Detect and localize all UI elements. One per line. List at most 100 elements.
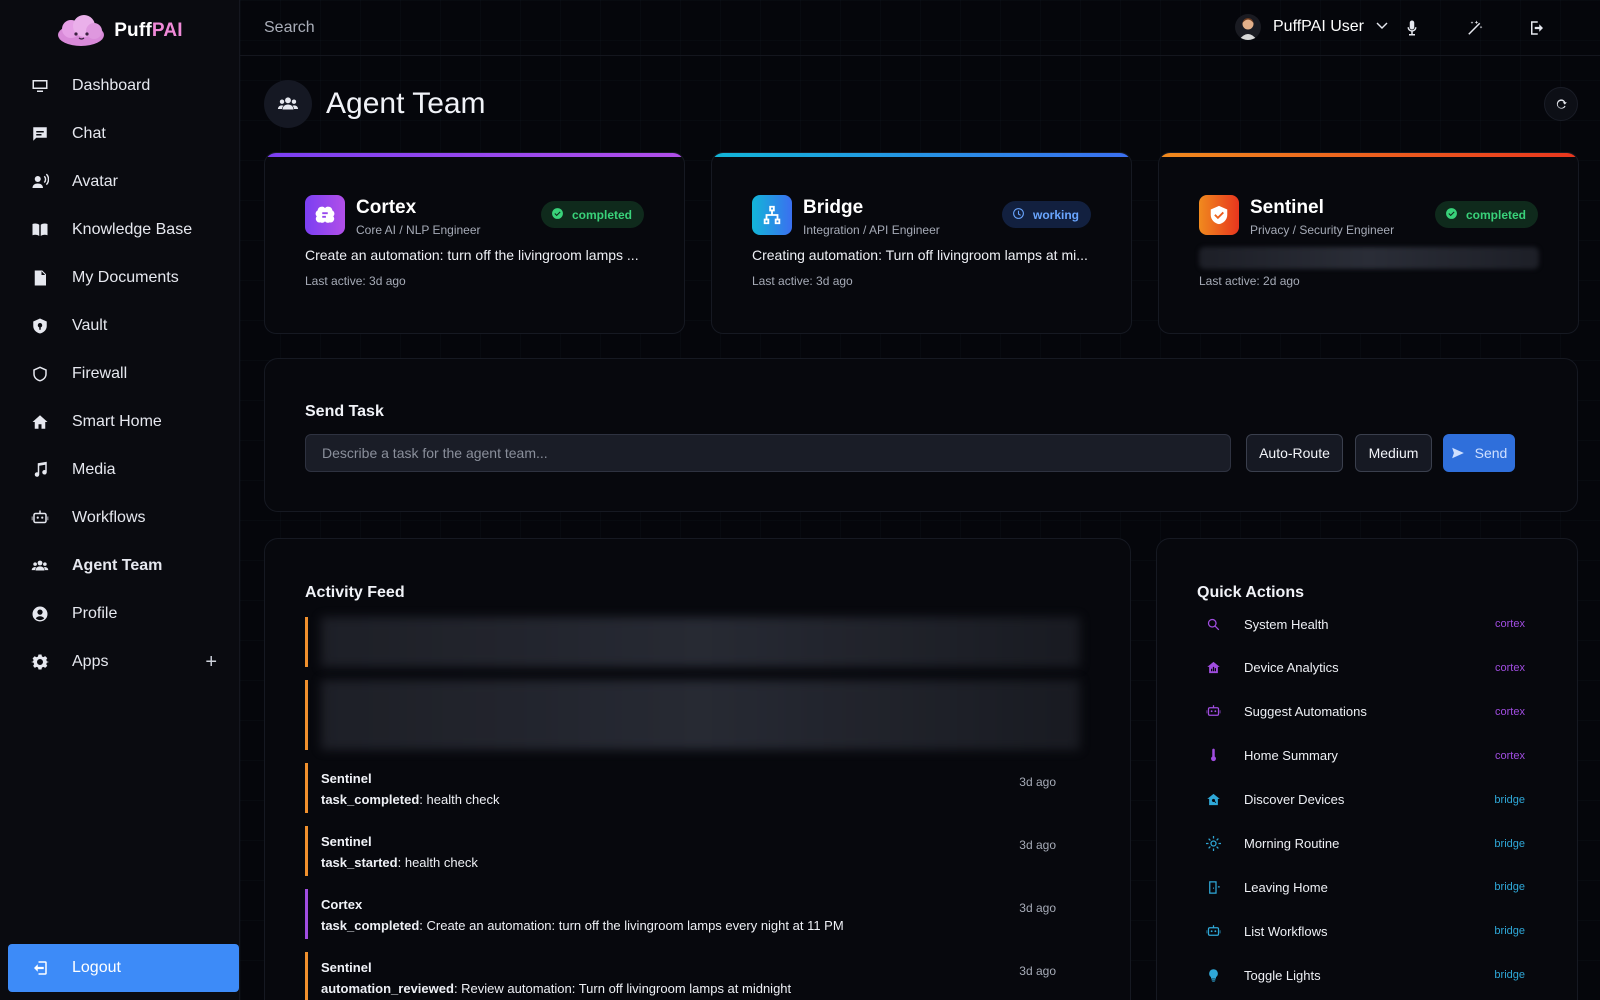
- task-description-input[interactable]: [305, 434, 1231, 472]
- sidebar-item-chat[interactable]: Chat: [0, 110, 239, 158]
- quick-action-discover-devices[interactable]: Discover Devices bridge: [1197, 788, 1537, 812]
- page-header: Agent Team: [264, 80, 486, 128]
- music-icon: [31, 461, 49, 479]
- sidebar-item-label: Workflows: [72, 509, 146, 526]
- quick-action-home-summary[interactable]: Home Summary cortex: [1197, 744, 1537, 768]
- magic-wand-icon[interactable]: [1466, 19, 1484, 37]
- feed-text: task_completed: Create an automation: tu…: [321, 918, 1080, 933]
- sidebar-item-vault[interactable]: Vault: [0, 302, 239, 350]
- sidebar-item-label: My Documents: [72, 269, 179, 286]
- sidebar-item-label: Apps: [72, 653, 109, 670]
- quick-action-leaving-home[interactable]: Leaving Home bridge: [1197, 875, 1537, 899]
- puff-logo-icon: [58, 15, 105, 46]
- agent-card-bridge[interactable]: Bridge Integration / API Engineer working C…: [711, 152, 1132, 334]
- feed-separator: :: [397, 855, 405, 870]
- sidebar-item-label: Dashboard: [72, 77, 151, 94]
- agent-tag: bridge: [1494, 925, 1525, 938]
- sidebar-item-smart-home[interactable]: Smart Home: [0, 398, 239, 446]
- sidebar-item-dashboard[interactable]: Dashboard: [0, 62, 239, 110]
- status-label: completed: [1465, 207, 1526, 222]
- check-circle-icon: [551, 207, 564, 223]
- feed-event: task_started: [321, 855, 398, 870]
- gear-icon: [31, 653, 49, 671]
- status-badge: completed: [1434, 201, 1538, 228]
- send-task-panel: Send Task Auto-Route Medium Send: [264, 358, 1578, 512]
- auto-route-select[interactable]: Auto-Route: [1246, 434, 1343, 472]
- feed-time: 3d ago: [1019, 901, 1056, 915]
- network-icon: [752, 195, 792, 235]
- agent-last-active: Last active: 3d ago: [752, 274, 853, 288]
- quick-actions-panel: Quick Actions System Health cortex Device …: [1156, 538, 1578, 1000]
- feed-separator: :: [419, 792, 427, 807]
- agent-tag: bridge: [1494, 969, 1525, 982]
- agent-last-active: Last active: 2d ago: [1199, 274, 1300, 288]
- sidebar-item-workflows[interactable]: Workflows: [0, 494, 239, 542]
- sidebar-item-label: Knowledge Base: [72, 221, 193, 238]
- agent-accent-bar: [265, 153, 684, 157]
- sidebar-item-profile[interactable]: Profile: [0, 590, 239, 638]
- sidebar-item-avatar[interactable]: Avatar: [0, 158, 239, 206]
- sidebar-item-media[interactable]: Media: [0, 446, 239, 494]
- vault-shield-icon: [31, 317, 49, 335]
- sidebar-item-agent-team[interactable]: Agent Team: [0, 542, 239, 590]
- sun-icon: [1205, 836, 1221, 852]
- quick-action-device-analytics[interactable]: Device Analytics cortex: [1197, 656, 1537, 680]
- feed-item: Sentinel task_completed: health check 3d a…: [305, 763, 1080, 813]
- brand-name: PuffPAI: [114, 20, 183, 41]
- agent-name: Bridge: [803, 197, 864, 218]
- agent-name: Sentinel: [1250, 197, 1324, 218]
- page-title: Agent Team: [326, 87, 486, 120]
- quick-action-morning-routine[interactable]: Morning Routine bridge: [1197, 832, 1537, 856]
- sidebar-item-firewall[interactable]: Firewall: [0, 350, 239, 398]
- feed-event: automation_reviewed: [321, 981, 454, 996]
- user-menu[interactable]: PuffPAI User: [1235, 14, 1388, 40]
- status-badge: completed: [540, 201, 644, 228]
- search-input[interactable]: [264, 11, 664, 44]
- user-circle-icon: [31, 605, 49, 623]
- quick-action-list-workflows[interactable]: List Workflows bridge: [1197, 919, 1537, 943]
- feed-time: 3d ago: [1019, 775, 1056, 789]
- agent-card-sentinel[interactable]: Sentinel Privacy / Security Engineer compl…: [1158, 152, 1579, 334]
- sign-out-icon[interactable]: [1528, 19, 1546, 37]
- status-label: completed: [571, 207, 632, 222]
- agent-last-active: Last active: 3d ago: [305, 274, 406, 288]
- avatar: [1235, 14, 1261, 40]
- feed-description: health check: [404, 855, 478, 870]
- redacted-content: [321, 680, 1080, 750]
- thermometer-icon: [1205, 748, 1221, 764]
- refresh-button[interactable]: [1544, 87, 1578, 121]
- sidebar-item-apps[interactable]: Apps +: [0, 638, 239, 686]
- shield-icon: [31, 365, 49, 383]
- door-exit-icon: [1205, 879, 1221, 895]
- agent-tag: cortex: [1495, 618, 1525, 630]
- agent-card-cortex[interactable]: Cortex Core AI / NLP Engineer completed Cre…: [264, 152, 685, 334]
- priority-select[interactable]: Medium: [1355, 434, 1432, 472]
- sidebar-item-my-documents[interactable]: My Documents: [0, 254, 239, 302]
- quick-action-label: Suggest Automations: [1244, 704, 1367, 720]
- brand[interactable]: PuffPAI: [0, 0, 239, 62]
- quick-action-label: Toggle Lights: [1244, 967, 1321, 983]
- quick-action-suggest-automations[interactable]: Suggest Automations cortex: [1197, 700, 1537, 724]
- check-circle-icon: [1445, 207, 1458, 223]
- feed-agent: Sentinel: [321, 960, 372, 975]
- feed-item: Sentinel task_started: health check 3d ago: [305, 826, 1080, 876]
- agent-tag: bridge: [1494, 881, 1525, 894]
- send-label: Send: [1474, 445, 1508, 461]
- chevron-down-icon[interactable]: [1376, 18, 1388, 36]
- feed-event: task_completed: [321, 918, 420, 933]
- logout-button[interactable]: Logout: [8, 944, 239, 992]
- quick-action-toggle-lights[interactable]: Toggle Lights bridge: [1197, 963, 1537, 987]
- sidebar-item-label: Media: [72, 461, 116, 478]
- feed-separator: :: [419, 918, 427, 933]
- agent-accent-bar: [712, 153, 1131, 157]
- add-app-button[interactable]: +: [205, 651, 217, 674]
- brain-icon: [305, 195, 345, 235]
- sidebar-item-knowledge-base[interactable]: Knowledge Base: [0, 206, 239, 254]
- send-button[interactable]: Send: [1443, 434, 1515, 472]
- microphone-icon[interactable]: [1403, 19, 1421, 37]
- quick-action-label: System Health: [1244, 616, 1329, 632]
- quick-action-system-health[interactable]: System Health cortex: [1197, 612, 1537, 636]
- home-analytics-icon: [1205, 660, 1221, 676]
- feed-description: health check: [426, 792, 500, 807]
- sidebar-item-label: Agent Team: [72, 557, 163, 574]
